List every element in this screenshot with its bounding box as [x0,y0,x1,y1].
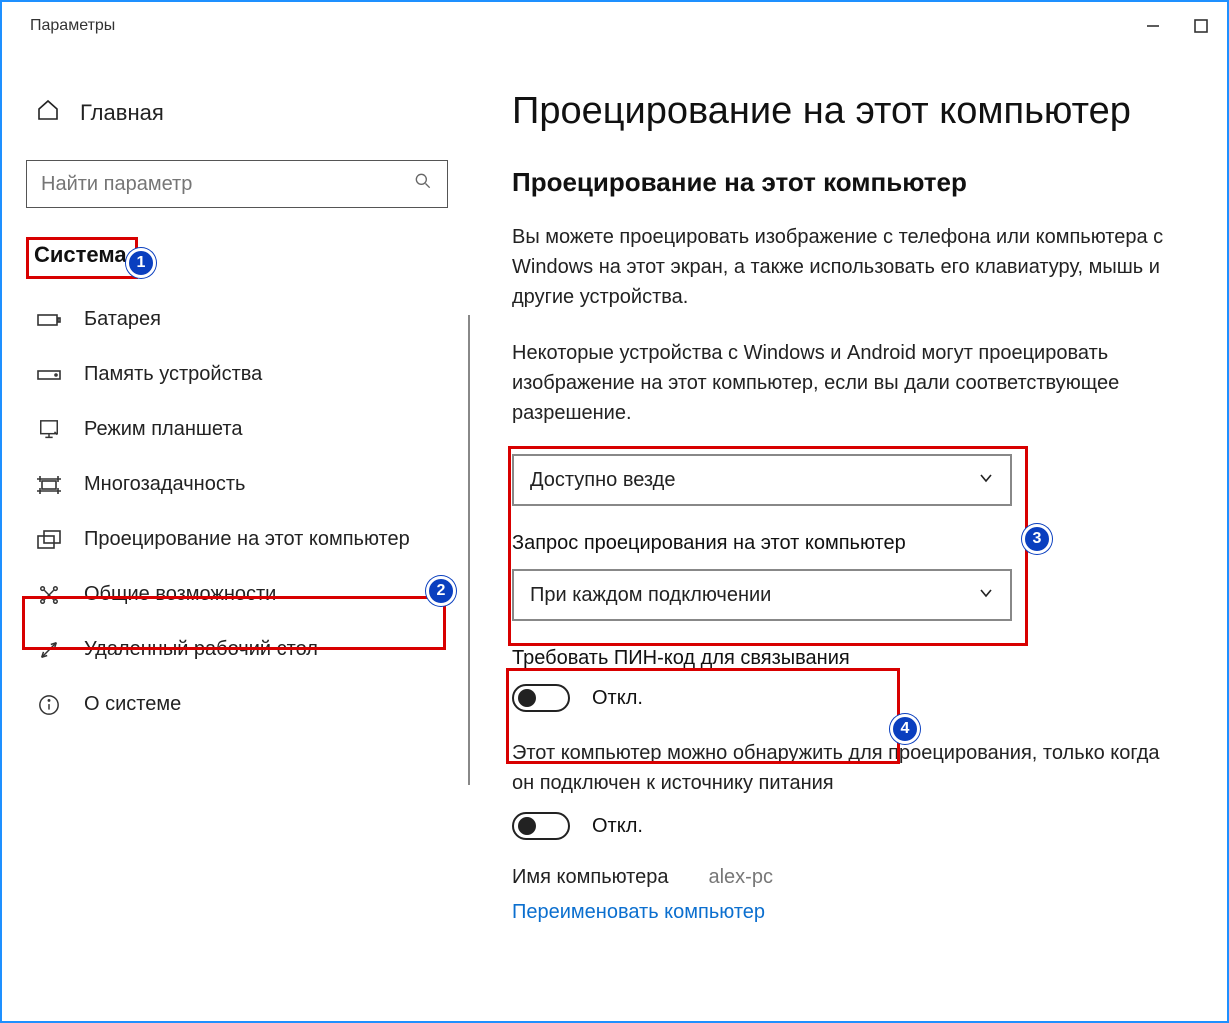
sidebar-item-label: Проецирование на этот компьютер [84,528,410,551]
pin-label: Требовать ПИН-код для связывания [512,647,1187,670]
sidebar-item-label: Общие возможности [84,583,276,606]
sidebar: Главная Система Батарея Память устройств… [2,50,472,1021]
window-controls [1143,16,1211,36]
pcname-value: alex-pc [708,866,772,889]
discover-label: Этот компьютер можно обнаружить для прое… [512,738,1187,798]
sidebar-item-label: Многозадачность [84,473,245,496]
pin-toggle[interactable] [512,684,570,712]
search-input[interactable] [41,173,413,196]
sidebar-home-label: Главная [80,100,164,126]
tablet-icon [36,419,62,441]
discover-toggle-row: Откл. [512,812,1187,840]
sidebar-item-multitasking[interactable]: Многозадачность [26,457,448,512]
storage-icon [36,368,62,382]
sidebar-section-crumb[interactable]: Система [26,236,135,274]
page-title: Проецирование на этот компьютер [512,90,1187,133]
sidebar-item-shared[interactable]: Общие возможности [26,567,448,622]
permission-paragraph: Некоторые устройства с Windows и Android… [512,338,1187,428]
chevron-down-icon [978,469,994,492]
sidebar-item-projecting[interactable]: Проецирование на этот компьютер [26,512,448,567]
maximize-button[interactable] [1191,16,1211,36]
sidebar-item-storage[interactable]: Память устройства [26,347,448,402]
sidebar-item-label: О системе [84,693,181,716]
pin-toggle-state: Откл. [592,687,643,710]
project-icon [36,530,62,550]
pcname-row: Имя компьютера alex-pc [512,866,1187,889]
minimize-button[interactable] [1143,16,1163,36]
sidebar-item-battery[interactable]: Батарея [26,292,448,347]
sidebar-item-tablet[interactable]: Режим планшета [26,402,448,457]
dropdown-value: При каждом подключении [530,584,771,607]
sidebar-item-remote[interactable]: Удаленный рабочий стол [26,622,448,677]
info-icon [36,694,62,716]
main-content: Проецирование на этот компьютер Проециро… [472,50,1227,1021]
discover-toggle[interactable] [512,812,570,840]
dropdown-value: Доступно везде [530,469,675,492]
shared-icon [36,584,62,606]
rename-link[interactable]: Переименовать компьютер [512,901,765,923]
availability-dropdown[interactable]: Доступно везде [512,454,1012,506]
sidebar-item-label: Режим планшета [84,418,242,441]
sidebar-item-label: Удаленный рабочий стол [84,638,318,661]
ask-label: Запрос проецирования на этот компьютер [512,532,1187,555]
sidebar-scrollbar[interactable] [468,315,470,785]
sidebar-home[interactable]: Главная [26,90,448,136]
pin-toggle-row: Откл. [512,684,1187,712]
sidebar-item-about[interactable]: О системе [26,677,448,732]
pcname-label: Имя компьютера [512,866,668,889]
remote-icon [36,639,62,661]
search-input-wrapper[interactable] [26,160,448,208]
chevron-down-icon [978,584,994,607]
window-title: Параметры [30,17,115,35]
sidebar-nav: Батарея Память устройства Режим планшета… [26,292,448,732]
titlebar: Параметры [2,2,1227,50]
multitask-icon [36,475,62,495]
battery-icon [36,313,62,327]
discover-toggle-state: Откл. [592,815,643,838]
search-icon [413,171,433,197]
sidebar-item-label: Батарея [84,308,161,331]
home-icon [36,98,60,128]
ask-dropdown[interactable]: При каждом подключении [512,569,1012,621]
description-paragraph: Вы можете проецировать изображение с тел… [512,222,1187,312]
sidebar-item-label: Память устройства [84,363,262,386]
section-title: Проецирование на этот компьютер [512,167,1187,198]
